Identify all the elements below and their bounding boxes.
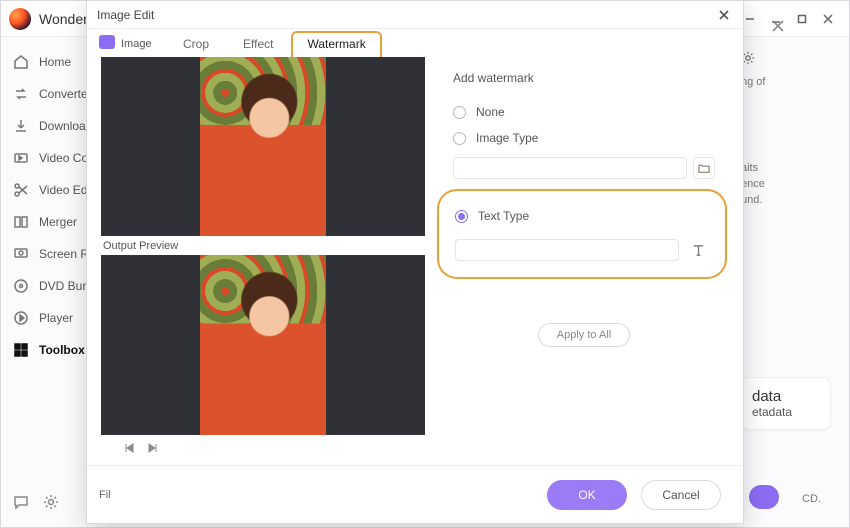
toolbox-icon bbox=[13, 342, 29, 358]
bg-text-fragment: ng of aits ence und. bbox=[741, 51, 831, 208]
watermark-option-text[interactable]: Text Type bbox=[455, 203, 709, 229]
text-style-button[interactable] bbox=[687, 239, 709, 261]
sidebar-item-label: Home bbox=[39, 55, 71, 69]
modal-close-button[interactable] bbox=[715, 6, 733, 24]
sidebar-item-label: Converter bbox=[39, 87, 92, 101]
tab-crop[interactable]: Crop bbox=[167, 31, 225, 57]
play-icon bbox=[13, 310, 29, 326]
watermark-option-image[interactable]: Image Type bbox=[453, 125, 715, 151]
watermark-heading: Add watermark bbox=[453, 71, 715, 85]
home-icon bbox=[13, 54, 29, 70]
browse-image-button[interactable] bbox=[693, 157, 715, 179]
radio-icon bbox=[453, 132, 466, 145]
sidebar-item-label: Player bbox=[39, 311, 73, 325]
sidebar-item-label: Merger bbox=[39, 215, 77, 229]
row-label: Image bbox=[121, 38, 152, 50]
cancel-button[interactable]: Cancel bbox=[641, 480, 721, 510]
record-icon bbox=[13, 246, 29, 262]
scissors-icon bbox=[13, 182, 29, 198]
watermark-option-none[interactable]: None bbox=[453, 99, 715, 125]
watermark-text-row bbox=[455, 239, 709, 261]
preview-column: Output Preview bbox=[87, 57, 425, 465]
modal-title: Image Edit bbox=[97, 8, 154, 22]
watermark-text-block-highlight: Text Type bbox=[437, 189, 727, 279]
app-title: Wonder bbox=[39, 11, 88, 27]
image-row-icon bbox=[99, 35, 115, 49]
bg-metadata-card: data etadata bbox=[741, 377, 831, 430]
apply-to-all-row: Apply to All bbox=[453, 323, 715, 347]
bg-cd-label: CD. bbox=[802, 493, 821, 505]
app-logo-icon bbox=[9, 8, 31, 30]
settings-icon[interactable] bbox=[43, 494, 59, 513]
feedback-icon[interactable] bbox=[13, 494, 29, 513]
input-preview bbox=[101, 57, 425, 236]
modal-footer: Fil OK Cancel bbox=[87, 465, 743, 523]
output-preview-label: Output Preview bbox=[101, 236, 425, 255]
window-close-button[interactable] bbox=[815, 6, 841, 32]
modal-header: Image Edit bbox=[87, 1, 743, 29]
file-label-fragment: Fil bbox=[99, 489, 111, 501]
next-frame-button[interactable] bbox=[147, 442, 159, 457]
ok-button[interactable]: OK bbox=[547, 480, 627, 510]
player-controls bbox=[101, 435, 425, 465]
text-icon bbox=[691, 243, 706, 258]
compressor-icon bbox=[13, 150, 29, 166]
download-icon bbox=[13, 118, 29, 134]
output-preview-image bbox=[200, 255, 326, 434]
bg-action-pill[interactable] bbox=[749, 485, 779, 509]
watermark-text-input[interactable] bbox=[455, 239, 679, 261]
modal-body: Output Preview Add watermark None Image … bbox=[87, 57, 743, 465]
image-edit-modal: Image Edit Image Crop Effect Watermark O… bbox=[86, 0, 744, 524]
watermark-image-file-row bbox=[453, 157, 715, 179]
radio-label: Image Type bbox=[476, 131, 538, 145]
watermark-panel: Add watermark None Image Type Text Type bbox=[425, 57, 743, 465]
radio-icon bbox=[453, 106, 466, 119]
watermark-image-path-input[interactable] bbox=[453, 157, 687, 179]
window-maximize-button[interactable] bbox=[789, 6, 815, 32]
panel-close-button[interactable] bbox=[772, 20, 790, 38]
radio-icon bbox=[455, 210, 468, 223]
prev-frame-button[interactable] bbox=[123, 442, 135, 457]
radio-label: Text Type bbox=[478, 209, 529, 223]
sidebar-item-label: Toolbox bbox=[39, 343, 85, 357]
output-preview bbox=[101, 255, 425, 434]
tab-effect[interactable]: Effect bbox=[227, 31, 289, 57]
disc-icon bbox=[13, 278, 29, 294]
merger-icon bbox=[13, 214, 29, 230]
tabs: Image Crop Effect Watermark bbox=[87, 29, 743, 57]
converter-icon bbox=[13, 86, 29, 102]
radio-label: None bbox=[476, 105, 505, 119]
tab-watermark[interactable]: Watermark bbox=[291, 31, 381, 57]
apply-to-all-button[interactable]: Apply to All bbox=[538, 323, 630, 347]
input-preview-image bbox=[200, 57, 326, 236]
